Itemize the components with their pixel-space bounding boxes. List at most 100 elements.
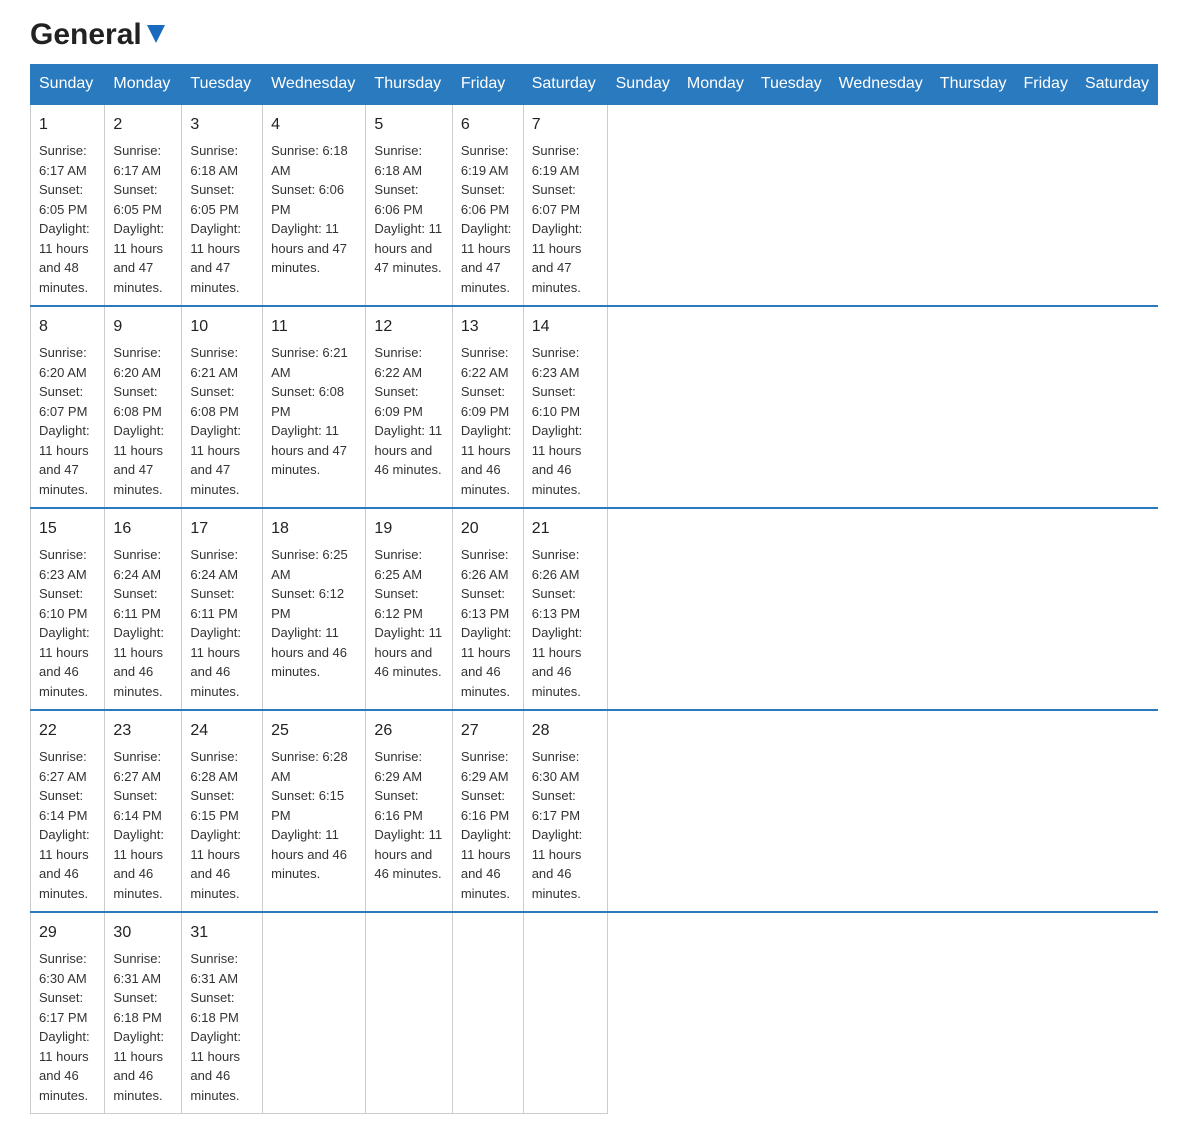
calendar-cell: 23Sunrise: 6:27 AMSunset: 6:14 PMDayligh… [105,710,182,912]
day-number: 8 [39,315,96,339]
sunrise-text: Sunrise: 6:23 AM [532,343,599,382]
sunrise-text: Sunrise: 6:21 AM [271,343,357,382]
calendar-cell: 20Sunrise: 6:26 AMSunset: 6:13 PMDayligh… [452,508,523,710]
day-number: 18 [271,517,357,541]
daylight-text: Daylight: 11 hours and 46 minutes. [39,825,96,903]
calendar-cell: 9Sunrise: 6:20 AMSunset: 6:08 PMDaylight… [105,306,182,508]
daylight-text: Daylight: 11 hours and 47 minutes. [271,421,357,480]
sunrise-text: Sunrise: 6:31 AM [190,949,254,988]
day-number: 13 [461,315,515,339]
sunrise-text: Sunrise: 6:24 AM [113,545,173,584]
day-number: 21 [532,517,599,541]
day-number: 20 [461,517,515,541]
day-number: 31 [190,921,254,945]
col-header-wednesday: Wednesday [830,65,931,105]
header-tuesday: Tuesday [182,65,263,105]
day-number: 11 [271,315,357,339]
header-thursday: Thursday [366,65,452,105]
calendar-week-1: 1Sunrise: 6:17 AMSunset: 6:05 PMDaylight… [31,104,1158,306]
day-number: 16 [113,517,173,541]
calendar-cell [523,912,607,1114]
sunrise-text: Sunrise: 6:25 AM [271,545,357,584]
day-number: 9 [113,315,173,339]
daylight-text: Daylight: 11 hours and 47 minutes. [271,219,357,278]
day-number: 29 [39,921,96,945]
sunset-text: Sunset: 6:06 PM [461,180,515,219]
day-number: 10 [190,315,254,339]
daylight-text: Daylight: 11 hours and 46 minutes. [39,1027,96,1105]
calendar-cell: 5Sunrise: 6:18 AMSunset: 6:06 PMDaylight… [366,104,452,306]
sunrise-text: Sunrise: 6:31 AM [113,949,173,988]
calendar-cell: 15Sunrise: 6:23 AMSunset: 6:10 PMDayligh… [31,508,105,710]
col-header-friday: Friday [1015,65,1076,105]
day-number: 14 [532,315,599,339]
calendar-week-4: 22Sunrise: 6:27 AMSunset: 6:14 PMDayligh… [31,710,1158,912]
day-number: 3 [190,113,254,137]
day-number: 17 [190,517,254,541]
sunrise-text: Sunrise: 6:28 AM [190,747,254,786]
col-header-thursday: Thursday [931,65,1015,105]
calendar-week-2: 8Sunrise: 6:20 AMSunset: 6:07 PMDaylight… [31,306,1158,508]
sunrise-text: Sunrise: 6:20 AM [39,343,96,382]
sunrise-text: Sunrise: 6:27 AM [113,747,173,786]
sunset-text: Sunset: 6:13 PM [461,584,515,623]
daylight-text: Daylight: 11 hours and 47 minutes. [461,219,515,297]
sunset-text: Sunset: 6:16 PM [461,786,515,825]
calendar-cell: 25Sunrise: 6:28 AMSunset: 6:15 PMDayligh… [263,710,366,912]
calendar-cell: 12Sunrise: 6:22 AMSunset: 6:09 PMDayligh… [366,306,452,508]
logo-general: General [30,20,142,50]
calendar-table: SundayMondayTuesdayWednesdayThursdayFrid… [30,64,1158,1114]
sunset-text: Sunset: 6:18 PM [190,988,254,1027]
daylight-text: Daylight: 11 hours and 46 minutes. [113,825,173,903]
calendar-cell: 18 Sunrise: 6:25 AMSunset: 6:12 PMDayligh… [263,508,366,710]
sunrise-text: Sunrise: 6:27 AM [39,747,96,786]
day-number: 5 [374,113,443,137]
day-number: 4 [271,113,357,137]
header-friday: Friday [452,65,523,105]
sunrise-text: Sunrise: 6:30 AM [532,747,599,786]
sunset-text: Sunset: 6:16 PM [374,786,443,825]
page-header: General [30,20,1158,44]
daylight-text: Daylight: 11 hours and 46 minutes. [461,421,515,499]
daylight-text: Daylight: 11 hours and 46 minutes. [113,1027,173,1105]
sunrise-text: Sunrise: 6:19 AM [461,141,515,180]
daylight-text: Daylight: 11 hours and 46 minutes. [271,825,357,884]
sunset-text: Sunset: 6:06 PM [271,180,357,219]
daylight-text: Daylight: 11 hours and 46 minutes. [374,421,443,480]
daylight-text: Daylight: 11 hours and 47 minutes. [374,219,443,278]
daylight-text: Daylight: 11 hours and 46 minutes. [461,825,515,903]
sunset-text: Sunset: 6:18 PM [113,988,173,1027]
calendar-cell: 22Sunrise: 6:27 AMSunset: 6:14 PMDayligh… [31,710,105,912]
calendar-cell: 1Sunrise: 6:17 AMSunset: 6:05 PMDaylight… [31,104,105,306]
day-number: 12 [374,315,443,339]
sunset-text: Sunset: 6:11 PM [113,584,173,623]
daylight-text: Daylight: 11 hours and 47 minutes. [39,421,96,499]
day-number: 27 [461,719,515,743]
sunrise-text: Sunrise: 6:30 AM [39,949,96,988]
calendar-cell [366,912,452,1114]
logo: General [30,20,167,44]
calendar-cell: 28Sunrise: 6:30 AMSunset: 6:17 PMDayligh… [523,710,607,912]
col-header-saturday: Saturday [1076,65,1157,105]
logo-arrow-icon [145,23,167,49]
daylight-text: Daylight: 11 hours and 46 minutes. [190,623,254,701]
sunrise-text: Sunrise: 6:17 AM [113,141,173,180]
sunset-text: Sunset: 6:08 PM [113,382,173,421]
sunset-text: Sunset: 6:15 PM [190,786,254,825]
calendar-week-3: 15Sunrise: 6:23 AMSunset: 6:10 PMDayligh… [31,508,1158,710]
col-header-sunday: Sunday [607,65,678,105]
daylight-text: Daylight: 11 hours and 48 minutes. [39,219,96,297]
calendar-cell: 14 Sunrise: 6:23 AMSunset: 6:10 PMDayligh… [523,306,607,508]
day-number: 2 [113,113,173,137]
sunset-text: Sunset: 6:08 PM [190,382,254,421]
daylight-text: Daylight: 11 hours and 47 minutes. [113,421,173,499]
sunset-text: Sunset: 6:10 PM [532,382,599,421]
daylight-text: Daylight: 11 hours and 46 minutes. [532,421,599,499]
daylight-text: Daylight: 11 hours and 46 minutes. [461,623,515,701]
sunrise-text: Sunrise: 6:25 AM [374,545,443,584]
day-number: 25 [271,719,357,743]
daylight-text: Daylight: 11 hours and 46 minutes. [271,623,357,682]
daylight-text: Daylight: 11 hours and 46 minutes. [532,623,599,701]
sunset-text: Sunset: 6:12 PM [374,584,443,623]
sunset-text: Sunset: 6:12 PM [271,584,357,623]
